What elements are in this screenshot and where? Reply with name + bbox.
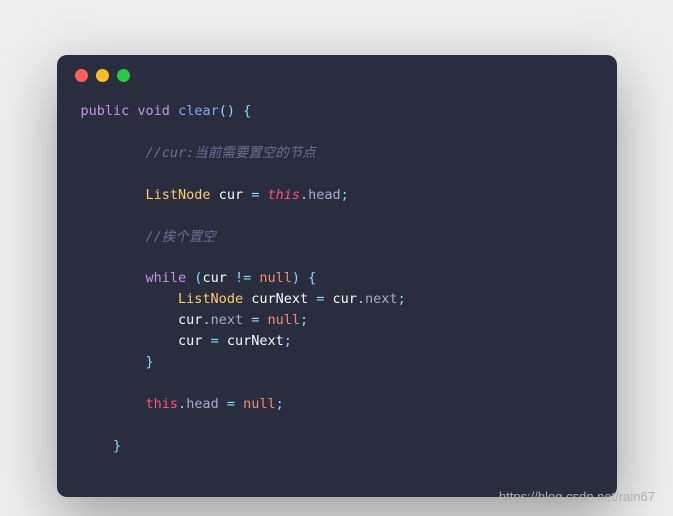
- operator-eq: =: [243, 312, 267, 328]
- keyword-void: void: [137, 103, 170, 119]
- semicolon: ;: [341, 187, 349, 203]
- operator-eq: =: [219, 396, 243, 412]
- operator-eq: =: [308, 291, 332, 307]
- semicolon: ;: [284, 333, 292, 349]
- semicolon: ;: [276, 396, 284, 412]
- paren-open: (: [186, 270, 202, 286]
- dot: .: [300, 187, 308, 203]
- var-cur: cur: [333, 291, 357, 307]
- keyword-null: null: [243, 396, 276, 412]
- code-window: public void clear() { //cur:当前需要置空的节点 Li…: [57, 55, 617, 497]
- brace-open: {: [235, 103, 251, 119]
- type-listnode: ListNode: [178, 291, 243, 307]
- prop-next: next: [211, 312, 244, 328]
- operator-eq: =: [202, 333, 226, 349]
- window-titlebar: [57, 55, 617, 95]
- brace-close: }: [113, 438, 121, 454]
- paren-close: ): [292, 270, 300, 286]
- semicolon: ;: [398, 291, 406, 307]
- keyword-this: this: [267, 187, 300, 203]
- type-listnode: ListNode: [146, 187, 211, 203]
- comment-cur: //cur:当前需要置空的节点: [146, 145, 316, 161]
- parens: (): [219, 103, 235, 119]
- keyword-while: while: [146, 270, 187, 286]
- watermark-text: https://blog.csdn.net/rain67: [499, 489, 655, 504]
- minimize-icon[interactable]: [96, 69, 109, 82]
- var-cur: cur: [178, 333, 202, 349]
- dot: .: [202, 312, 210, 328]
- function-name: clear: [178, 103, 219, 119]
- comment-loop: //挨个置空: [146, 229, 216, 245]
- keyword-this: this: [146, 396, 179, 412]
- prop-head: head: [308, 187, 341, 203]
- var-cur: cur: [178, 312, 202, 328]
- operator-neq: !=: [227, 270, 260, 286]
- operator-eq: =: [243, 187, 267, 203]
- maximize-icon[interactable]: [117, 69, 130, 82]
- prop-next: next: [365, 291, 398, 307]
- var-cur: cur: [202, 270, 226, 286]
- keyword-null: null: [267, 312, 300, 328]
- var-curnext: curNext: [251, 291, 308, 307]
- code-block: public void clear() { //cur:当前需要置空的节点 Li…: [57, 95, 617, 497]
- dot: .: [178, 396, 186, 412]
- keyword-null: null: [259, 270, 292, 286]
- semicolon: ;: [300, 312, 308, 328]
- brace-close: }: [146, 354, 154, 370]
- close-icon[interactable]: [75, 69, 88, 82]
- var-cur: cur: [219, 187, 243, 203]
- prop-head: head: [186, 396, 219, 412]
- keyword-public: public: [81, 103, 130, 119]
- var-curnext: curNext: [227, 333, 284, 349]
- dot: .: [357, 291, 365, 307]
- brace-open: {: [300, 270, 316, 286]
